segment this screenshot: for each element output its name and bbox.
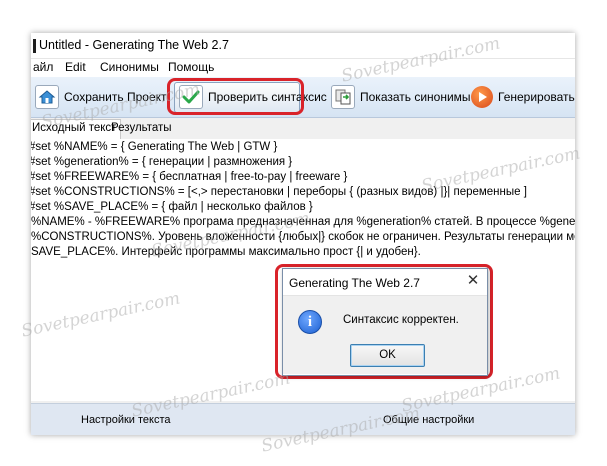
tab-bar: Исходный текст Результаты [31, 118, 575, 140]
code-line: #set %generation% = { генерации | размно… [31, 156, 293, 168]
menu-edit[interactable]: Edit [65, 60, 86, 74]
window-title: Untitled - Generating The Web 2.7 [39, 38, 229, 52]
dialog-message: Синтаксис корректен. [343, 314, 459, 326]
code-line: #set %FREEWARE% = { бесплатная | free-to… [31, 171, 348, 183]
code-line: #set %NAME% = { Generating The Web | GTW… [31, 141, 278, 153]
syntax-dialog: Generating The Web 2.7 ✕ i Синтаксис кор… [282, 268, 488, 376]
general-settings-tab[interactable]: Общие настройки [383, 414, 474, 426]
dialog-title: Generating The Web 2.7 [289, 276, 420, 290]
menu-bar: айл Edit Синонимы Помощь [31, 59, 575, 77]
code-line: SAVE_PLACE%. Интерфейс программы максима… [31, 246, 421, 258]
code-line: %NAME% - %FREEWARE% програма предназначе… [31, 216, 575, 228]
ok-button[interactable]: OK [350, 344, 425, 367]
code-line: #set %CONSTRUCTIONS% = [<,> перестановки… [31, 186, 527, 198]
show-synonyms-label: Показать синонимы [360, 90, 471, 104]
app-icon [33, 39, 36, 53]
dialog-body: i Синтаксис корректен. OK [283, 296, 487, 374]
check-syntax-content: Проверить синтаксис [179, 83, 327, 111]
menu-synonyms[interactable]: Синонимы [100, 60, 159, 74]
text-settings-tab[interactable]: Настройки текста [81, 414, 171, 426]
dialog-title-bar: Generating The Web 2.7 ✕ [283, 269, 487, 296]
play-icon [471, 86, 493, 108]
show-synonyms-button[interactable]: Показать синонимы [331, 83, 471, 111]
code-line: #set %SAVE_PLACE% = { файл | несколько ф… [31, 201, 313, 213]
check-syntax-button[interactable]: Проверить синтаксис [174, 82, 327, 113]
checkmark-icon [179, 85, 203, 109]
synonyms-icon [331, 85, 355, 109]
generate-label: Генерировать! [498, 90, 575, 104]
save-project-button[interactable]: Сохранить Проект [35, 83, 167, 111]
menu-file[interactable]: айл [33, 60, 53, 74]
close-icon[interactable]: ✕ [465, 273, 481, 289]
house-save-icon [35, 85, 59, 109]
code-line: %CONSTRUCTIONS%. Уровень вложенности {лю… [31, 231, 575, 243]
tab-results[interactable]: Результаты [107, 120, 176, 138]
info-icon: i [298, 310, 322, 334]
settings-bar: Настройки текста Общие настройки [31, 403, 575, 435]
menu-help[interactable]: Помощь [168, 60, 214, 74]
title-bar: Untitled - Generating The Web 2.7 [31, 33, 575, 59]
check-syntax-label: Проверить синтаксис [208, 90, 327, 104]
generate-button[interactable]: Генерировать! [471, 83, 575, 111]
save-project-label: Сохранить Проект [64, 90, 167, 104]
